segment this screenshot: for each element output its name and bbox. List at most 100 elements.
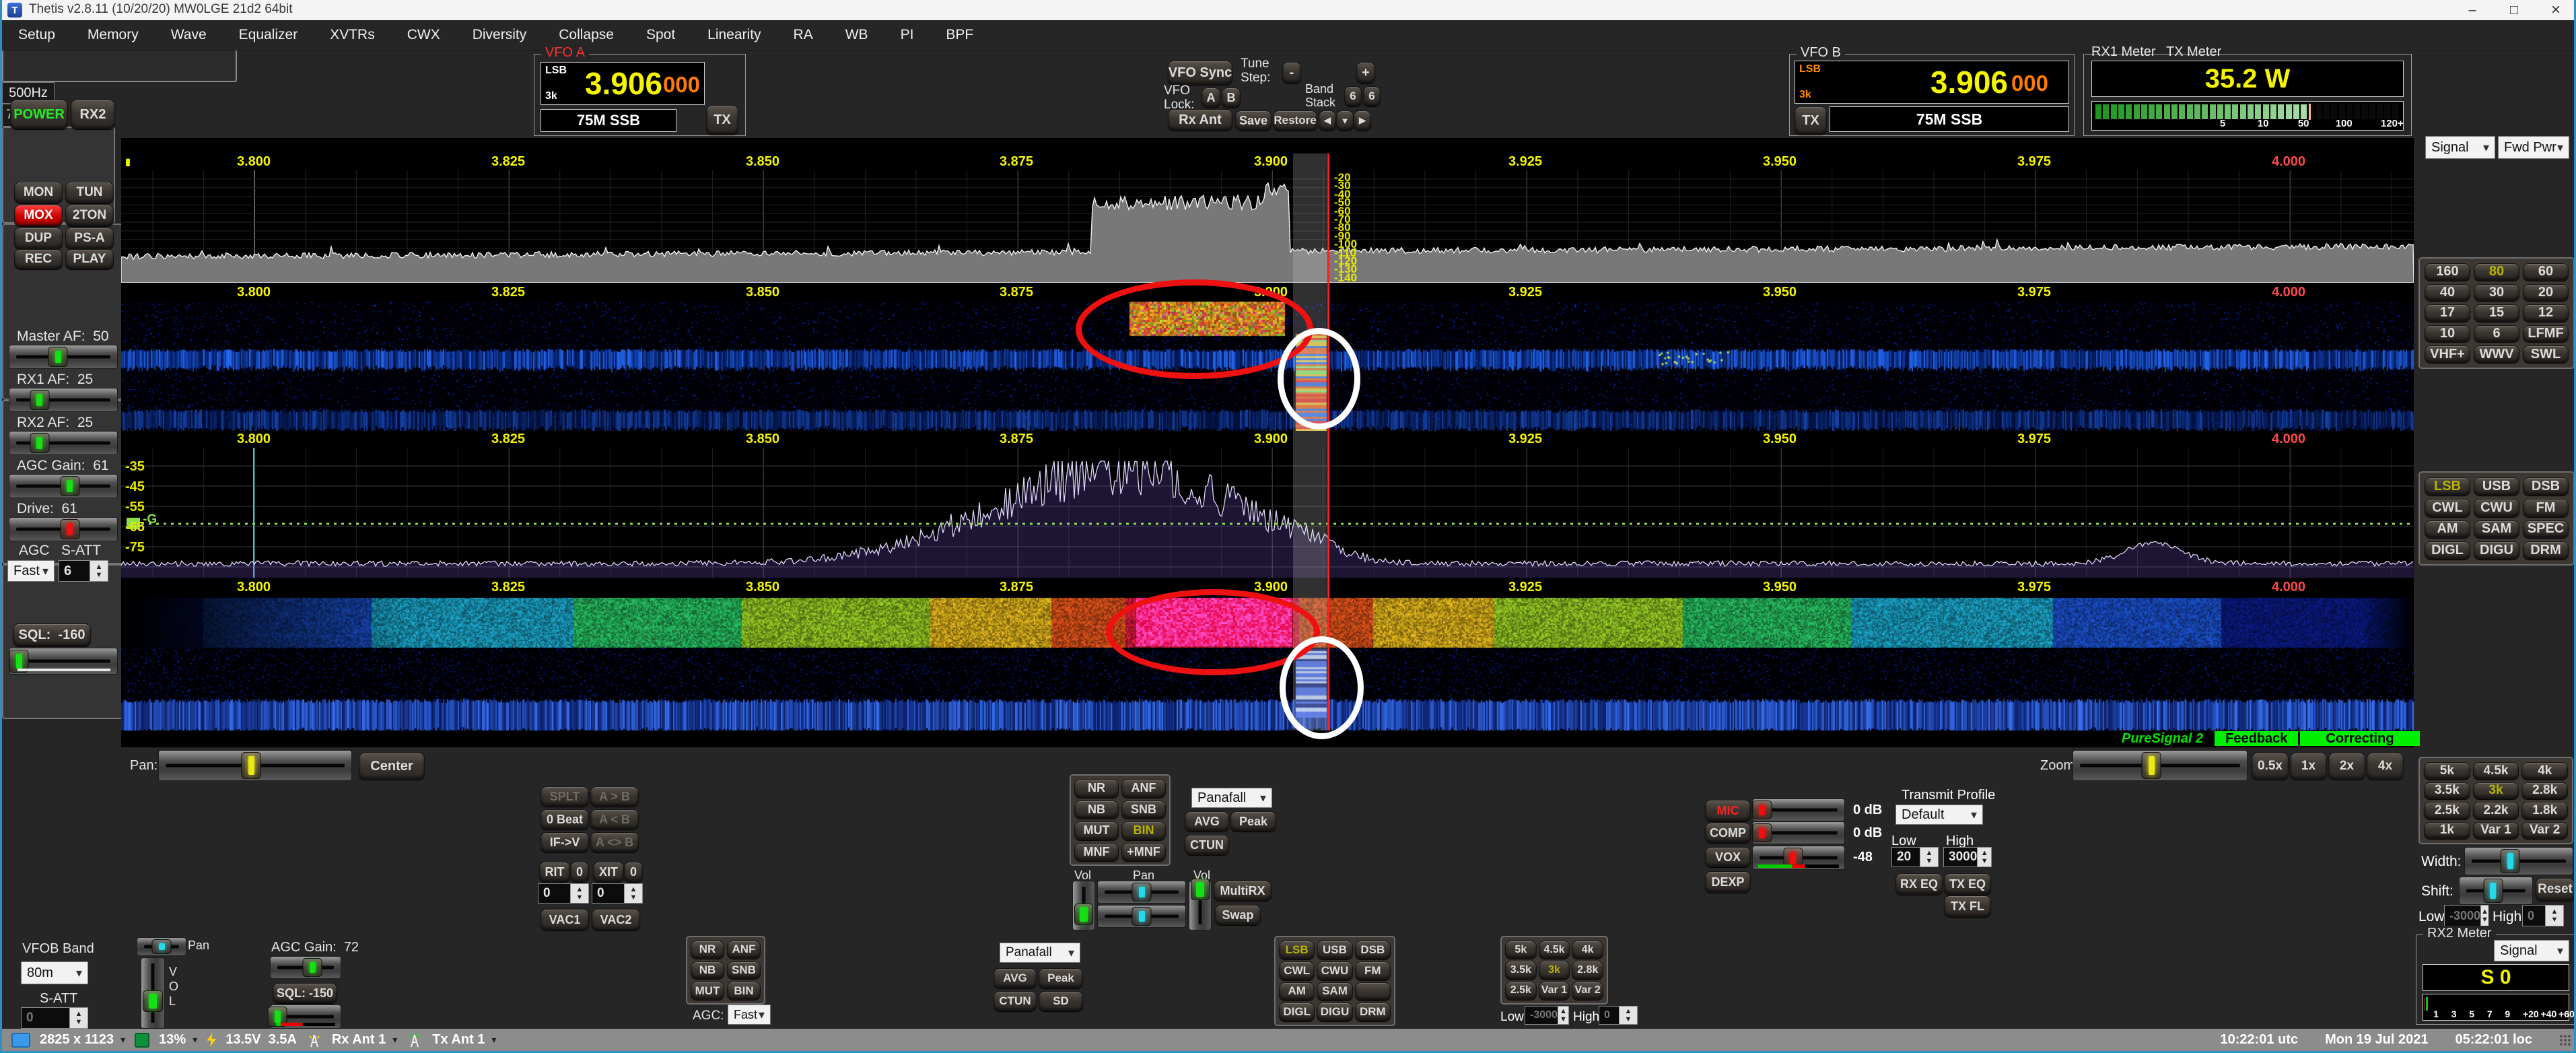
comp-slider[interactable] bbox=[1752, 821, 1845, 844]
band-stack-2-button[interactable]: 6 bbox=[1363, 86, 1381, 106]
menu-item-memory[interactable]: Memory bbox=[71, 20, 155, 50]
filter-5k-button[interactable]: 5k bbox=[2424, 762, 2470, 780]
pan-slider-thumb[interactable] bbox=[242, 752, 261, 779]
rx2-agc-gain-slider-thumb[interactable] bbox=[303, 958, 322, 977]
band-stack-1-button[interactable]: 6 bbox=[1344, 86, 1362, 106]
mode-fm-button[interactable]: FM bbox=[2523, 499, 2569, 517]
rx2-filter-2-8k-button[interactable]: 2.8k bbox=[1572, 961, 1603, 979]
rx2-mode-digl-button[interactable]: DIGL bbox=[1279, 1003, 1315, 1021]
rx2-filter-2-5k-button[interactable]: 2.5k bbox=[1505, 982, 1537, 1000]
rx1-af-slider-thumb[interactable] bbox=[30, 390, 49, 410]
rx1-dsp-bin-button[interactable]: BIN bbox=[1121, 821, 1166, 840]
menu-item-diversity[interactable]: Diversity bbox=[456, 20, 543, 50]
s-att-spinner-arrows[interactable]: ▲▼ bbox=[90, 561, 108, 581]
comp-button[interactable]: COMP bbox=[1705, 823, 1751, 843]
menu-item-pi[interactable]: PI bbox=[884, 20, 930, 50]
tx-low-spinner-arrows[interactable]: ▲▼ bbox=[1920, 848, 1938, 867]
save-button[interactable]: Save bbox=[1235, 110, 1272, 131]
mox-button[interactable]: MOX bbox=[14, 205, 63, 226]
restore-button[interactable]: Restore bbox=[1273, 110, 1317, 131]
vfo-b-frequency-display[interactable]: LSB3k3.906000 bbox=[1795, 61, 2069, 104]
rx2-mode-cwl-button[interactable]: CWL bbox=[1279, 961, 1315, 980]
mode-digl-button[interactable]: DIGL bbox=[2425, 541, 2470, 559]
rx2-filter-5k-button[interactable]: 5k bbox=[1505, 941, 1537, 959]
rx1-pan-slider-b[interactable] bbox=[1097, 905, 1186, 928]
menu-item-bpf[interactable]: BPF bbox=[930, 20, 989, 50]
tune-step-plus-button[interactable]: + bbox=[1356, 62, 1375, 83]
high-spinner-arrows[interactable]: ▲▼ bbox=[2545, 906, 2563, 926]
vfo-b-tx-button[interactable]: TX bbox=[1795, 106, 1827, 135]
rx2-dsp-mut-button[interactable]: MUT bbox=[691, 982, 724, 1000]
rx2-dsp-anf-button[interactable]: ANF bbox=[727, 941, 761, 959]
rx1-ctun-button[interactable]: CTUN bbox=[1185, 835, 1229, 855]
filter-var-2-button[interactable]: Var 2 bbox=[2521, 822, 2568, 840]
rit-spinner-arrows[interactable]: ▲▼ bbox=[570, 884, 588, 903]
tx-panadapter[interactable]: -20-30-40-50-60-70-80-90-100-110-120-130… bbox=[121, 170, 2414, 283]
band-160-button[interactable]: 160 bbox=[2425, 263, 2470, 281]
rx1-dsp-nb-button[interactable]: NB bbox=[1074, 801, 1119, 819]
filter-1k-button[interactable]: 1k bbox=[2424, 822, 2470, 840]
mode-usb-button[interactable]: USB bbox=[2474, 477, 2519, 496]
rx1-panadapter[interactable]: -G-35-45-55-65-75 bbox=[121, 448, 2414, 578]
tx-meter-select[interactable]: Fwd Pwr▾ bbox=[2498, 136, 2569, 159]
low-spinner-arrows[interactable]: ▲▼ bbox=[2480, 906, 2488, 926]
rx2-dsp-nr-button[interactable]: NR bbox=[691, 941, 724, 959]
vfo-lock-b-button[interactable]: B bbox=[1222, 88, 1241, 108]
sql-slider[interactable] bbox=[9, 648, 118, 675]
rx1-dsp-anf-button[interactable]: ANF bbox=[1121, 779, 1166, 798]
tune-step-minus-button[interactable]: - bbox=[1282, 62, 1301, 83]
zoom-1x-button[interactable]: 1x bbox=[2290, 753, 2327, 780]
rit-spinner[interactable]: 0▲▼ bbox=[538, 883, 589, 904]
rx1-dsp-snb-button[interactable]: SNB bbox=[1121, 801, 1166, 819]
tun-button[interactable]: TUN bbox=[65, 182, 114, 203]
mode-am-button[interactable]: AM bbox=[2425, 520, 2470, 539]
rx1-dsp-nr-button[interactable]: NR bbox=[1074, 779, 1119, 798]
rx2-agc-gain-slider[interactable] bbox=[270, 956, 341, 979]
band-12-button[interactable]: 12 bbox=[2523, 304, 2569, 322]
mode-dsb-button[interactable]: DSB bbox=[2523, 477, 2569, 496]
resize-grip[interactable] bbox=[2559, 1034, 2571, 1046]
filter-2-8k-button[interactable]: 2.8k bbox=[2521, 782, 2568, 800]
rx2-agc-select[interactable]: Fast▾ bbox=[728, 1005, 771, 1025]
rx1-vol-slider-thumb[interactable] bbox=[1074, 904, 1093, 925]
multirx-button[interactable]: MultiRX bbox=[1214, 881, 1272, 901]
vfob-band-select[interactable]: 80m▾ bbox=[21, 961, 88, 984]
vfo-a-band-mode-display[interactable]: 75M SSB bbox=[541, 109, 676, 132]
rx2-sd-button[interactable]: SD bbox=[1039, 991, 1083, 1011]
rx2-filter-var-1-button[interactable]: Var 1 bbox=[1539, 982, 1570, 1000]
rx2-filter-3k-button[interactable]: 3k bbox=[1539, 961, 1570, 979]
mode-spec-button[interactable]: SPEC bbox=[2523, 520, 2569, 539]
rx-ant-button[interactable]: Rx Ant bbox=[1168, 109, 1232, 131]
band-15-button[interactable]: 15 bbox=[2474, 304, 2519, 322]
rx2-mode-sam-button[interactable]: SAM bbox=[1317, 982, 1352, 1001]
band-lfmf-button[interactable]: LFMF bbox=[2523, 325, 2569, 343]
zoom-slider[interactable] bbox=[2073, 750, 2248, 781]
width-slider-thumb[interactable] bbox=[2501, 849, 2520, 873]
spectrum-display-area[interactable]: 3.8003.8253.8503.8753.9003.9253.9503.975… bbox=[121, 154, 2414, 731]
band-prev-button[interactable]: ◀ bbox=[1319, 110, 1336, 131]
filter-4k-button[interactable]: 4k bbox=[2521, 762, 2568, 780]
rx2-mode-lsb-button[interactable]: LSB bbox=[1279, 941, 1315, 959]
mic-gain-slider-thumb[interactable] bbox=[1752, 801, 1772, 819]
master-af-slider-thumb[interactable] bbox=[48, 347, 68, 367]
ps-a-button[interactable]: PS-A bbox=[65, 228, 114, 249]
rx1-vol-slider[interactable] bbox=[1072, 881, 1095, 930]
xit-spinner-arrows[interactable]: ▲▼ bbox=[624, 884, 642, 903]
band-20-button[interactable]: 20 bbox=[2523, 284, 2569, 302]
filter-3-5k-button[interactable]: 3.5k bbox=[2424, 782, 2470, 800]
menu-item-spot[interactable]: Spot bbox=[630, 20, 691, 50]
rx2-button[interactable]: RX2 bbox=[71, 100, 115, 129]
band-vhf+-button[interactable]: VHF+ bbox=[2425, 345, 2470, 363]
rx2-ctun-button[interactable]: CTUN bbox=[994, 991, 1037, 1011]
rx2-mode-cwu-button[interactable]: CWU bbox=[1317, 961, 1352, 980]
band-next-button[interactable]: ▶ bbox=[1354, 110, 1371, 131]
mon-button[interactable]: MON bbox=[14, 182, 63, 203]
s-att-spinner[interactable]: 6▲▼ bbox=[59, 560, 108, 582]
if-to-v-button[interactable]: IF->V bbox=[541, 832, 589, 852]
vfo-a-frequency-display[interactable]: LSB3k3.906000 bbox=[541, 62, 705, 105]
play-button[interactable]: PLAY bbox=[65, 249, 114, 269]
rx2-s-att-spinner[interactable]: 0▲▼ bbox=[21, 1007, 88, 1029]
drive-slider-thumb[interactable] bbox=[60, 519, 79, 539]
drive-slider[interactable] bbox=[9, 517, 118, 541]
filter-2-5k-button[interactable]: 2.5k bbox=[2424, 802, 2470, 819]
